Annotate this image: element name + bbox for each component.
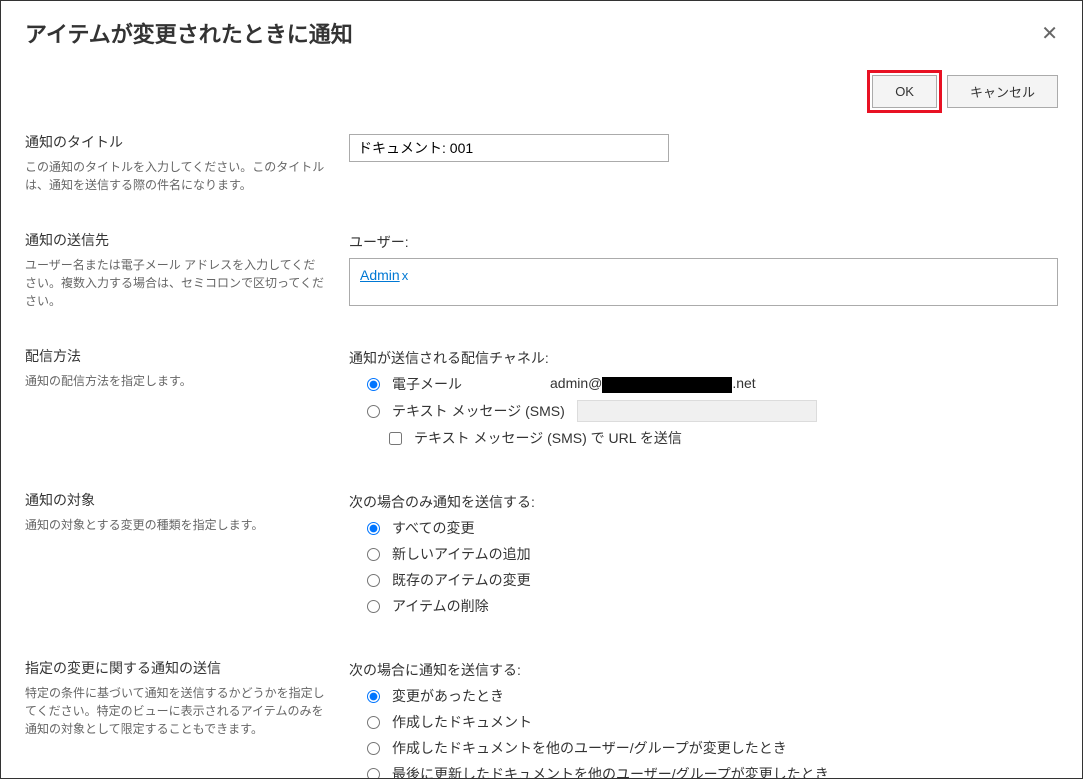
radio-existing-items-label: 既存のアイテムの変更 [392,570,531,590]
section-desc: 通知の対象とする変更の種類を指定します。 [25,516,325,534]
specific-label: 次の場合に通知を送信する: [349,660,1058,680]
section-delivery: 配信方法 通知の配信方法を指定します。 通知が送信される配信チャネル: 電子メー… [25,346,1058,454]
radio-existing-items[interactable] [367,574,380,587]
radio-new-items[interactable] [367,548,380,561]
section-heading: 通知のタイトル [25,132,325,152]
sms-input[interactable] [577,400,817,422]
redacted-domain [602,377,732,393]
people-picker[interactable]: Adminx [349,258,1058,306]
scroll-area[interactable]: OK キャンセル 通知のタイトル この通知のタイトルを入力してください。このタイ… [1,57,1082,778]
section-desc: 特定の条件に基づいて通知を送信するかどうかを指定してください。特定のビューに表示… [25,684,325,738]
checkbox-sms-url[interactable] [389,432,402,445]
ok-button[interactable]: OK [872,75,937,108]
users-label: ユーザー: [349,232,1058,252]
radio-created-doc-other[interactable] [367,742,380,755]
email-address: admin@.net [550,375,756,392]
section-heading: 配信方法 [25,346,325,366]
people-chip[interactable]: Admin [360,267,400,283]
section-heading: 指定の変更に関する通知の送信 [25,658,325,678]
section-heading: 通知の送信先 [25,230,325,250]
dialog-header: アイテムが変更されたときに通知 ✕ [1,1,1082,57]
section-desc: この通知のタイトルを入力してください。このタイトルは、通知を送信する際の件名にな… [25,158,325,194]
dialog-title: アイテムが変更されたときに通知 [25,17,353,49]
radio-email-label: 電子メール [392,374,532,394]
checkbox-sms-url-label: テキスト メッセージ (SMS) で URL を送信 [414,428,682,448]
radio-all-changes-label: すべての変更 [392,518,474,538]
radio-created-doc-label: 作成したドキュメント [392,712,532,732]
radio-anything-changes[interactable] [367,690,380,703]
close-icon[interactable]: ✕ [1041,21,1058,46]
delivery-channel-label: 通知が送信される配信チャネル: [349,348,1058,368]
radio-deleted-items[interactable] [367,600,380,613]
section-heading: 通知の対象 [25,490,325,510]
section-desc: ユーザー名または電子メール アドレスを入力してください。複数入力する場合は、セミ… [25,256,325,310]
radio-email[interactable] [367,378,380,391]
radio-sms[interactable] [367,405,380,418]
section-send-to: 通知の送信先 ユーザー名または電子メール アドレスを入力してください。複数入力す… [25,230,1058,310]
remove-chip-icon[interactable]: x [402,268,409,283]
section-change-type: 通知の対象 通知の対象とする変更の種類を指定します。 次の場合のみ通知を送信する… [25,490,1058,622]
radio-last-modified-other-label: 最後に更新したドキュメントを他のユーザー/グループが変更したとき [392,764,829,778]
radio-created-doc-other-label: 作成したドキュメントを他のユーザー/グループが変更したとき [392,738,787,758]
section-desc: 通知の配信方法を指定します。 [25,372,325,390]
radio-new-items-label: 新しいアイテムの追加 [392,544,531,564]
radio-deleted-items-label: アイテムの削除 [392,596,489,616]
change-type-label: 次の場合のみ通知を送信する: [349,492,1058,512]
button-row: OK キャンセル [25,57,1058,132]
radio-all-changes[interactable] [367,522,380,535]
radio-sms-label: テキスト メッセージ (SMS) [392,401,565,421]
radio-anything-changes-label: 変更があったとき [392,686,504,706]
radio-created-doc[interactable] [367,716,380,729]
radio-last-modified-other[interactable] [367,768,380,779]
section-alert-title: 通知のタイトル この通知のタイトルを入力してください。このタイトルは、通知を送信… [25,132,1058,194]
section-specific-changes: 指定の変更に関する通知の送信 特定の条件に基づいて通知を送信するかどうかを指定し… [25,658,1058,778]
alert-title-input[interactable] [349,134,669,162]
cancel-button[interactable]: キャンセル [947,75,1058,108]
